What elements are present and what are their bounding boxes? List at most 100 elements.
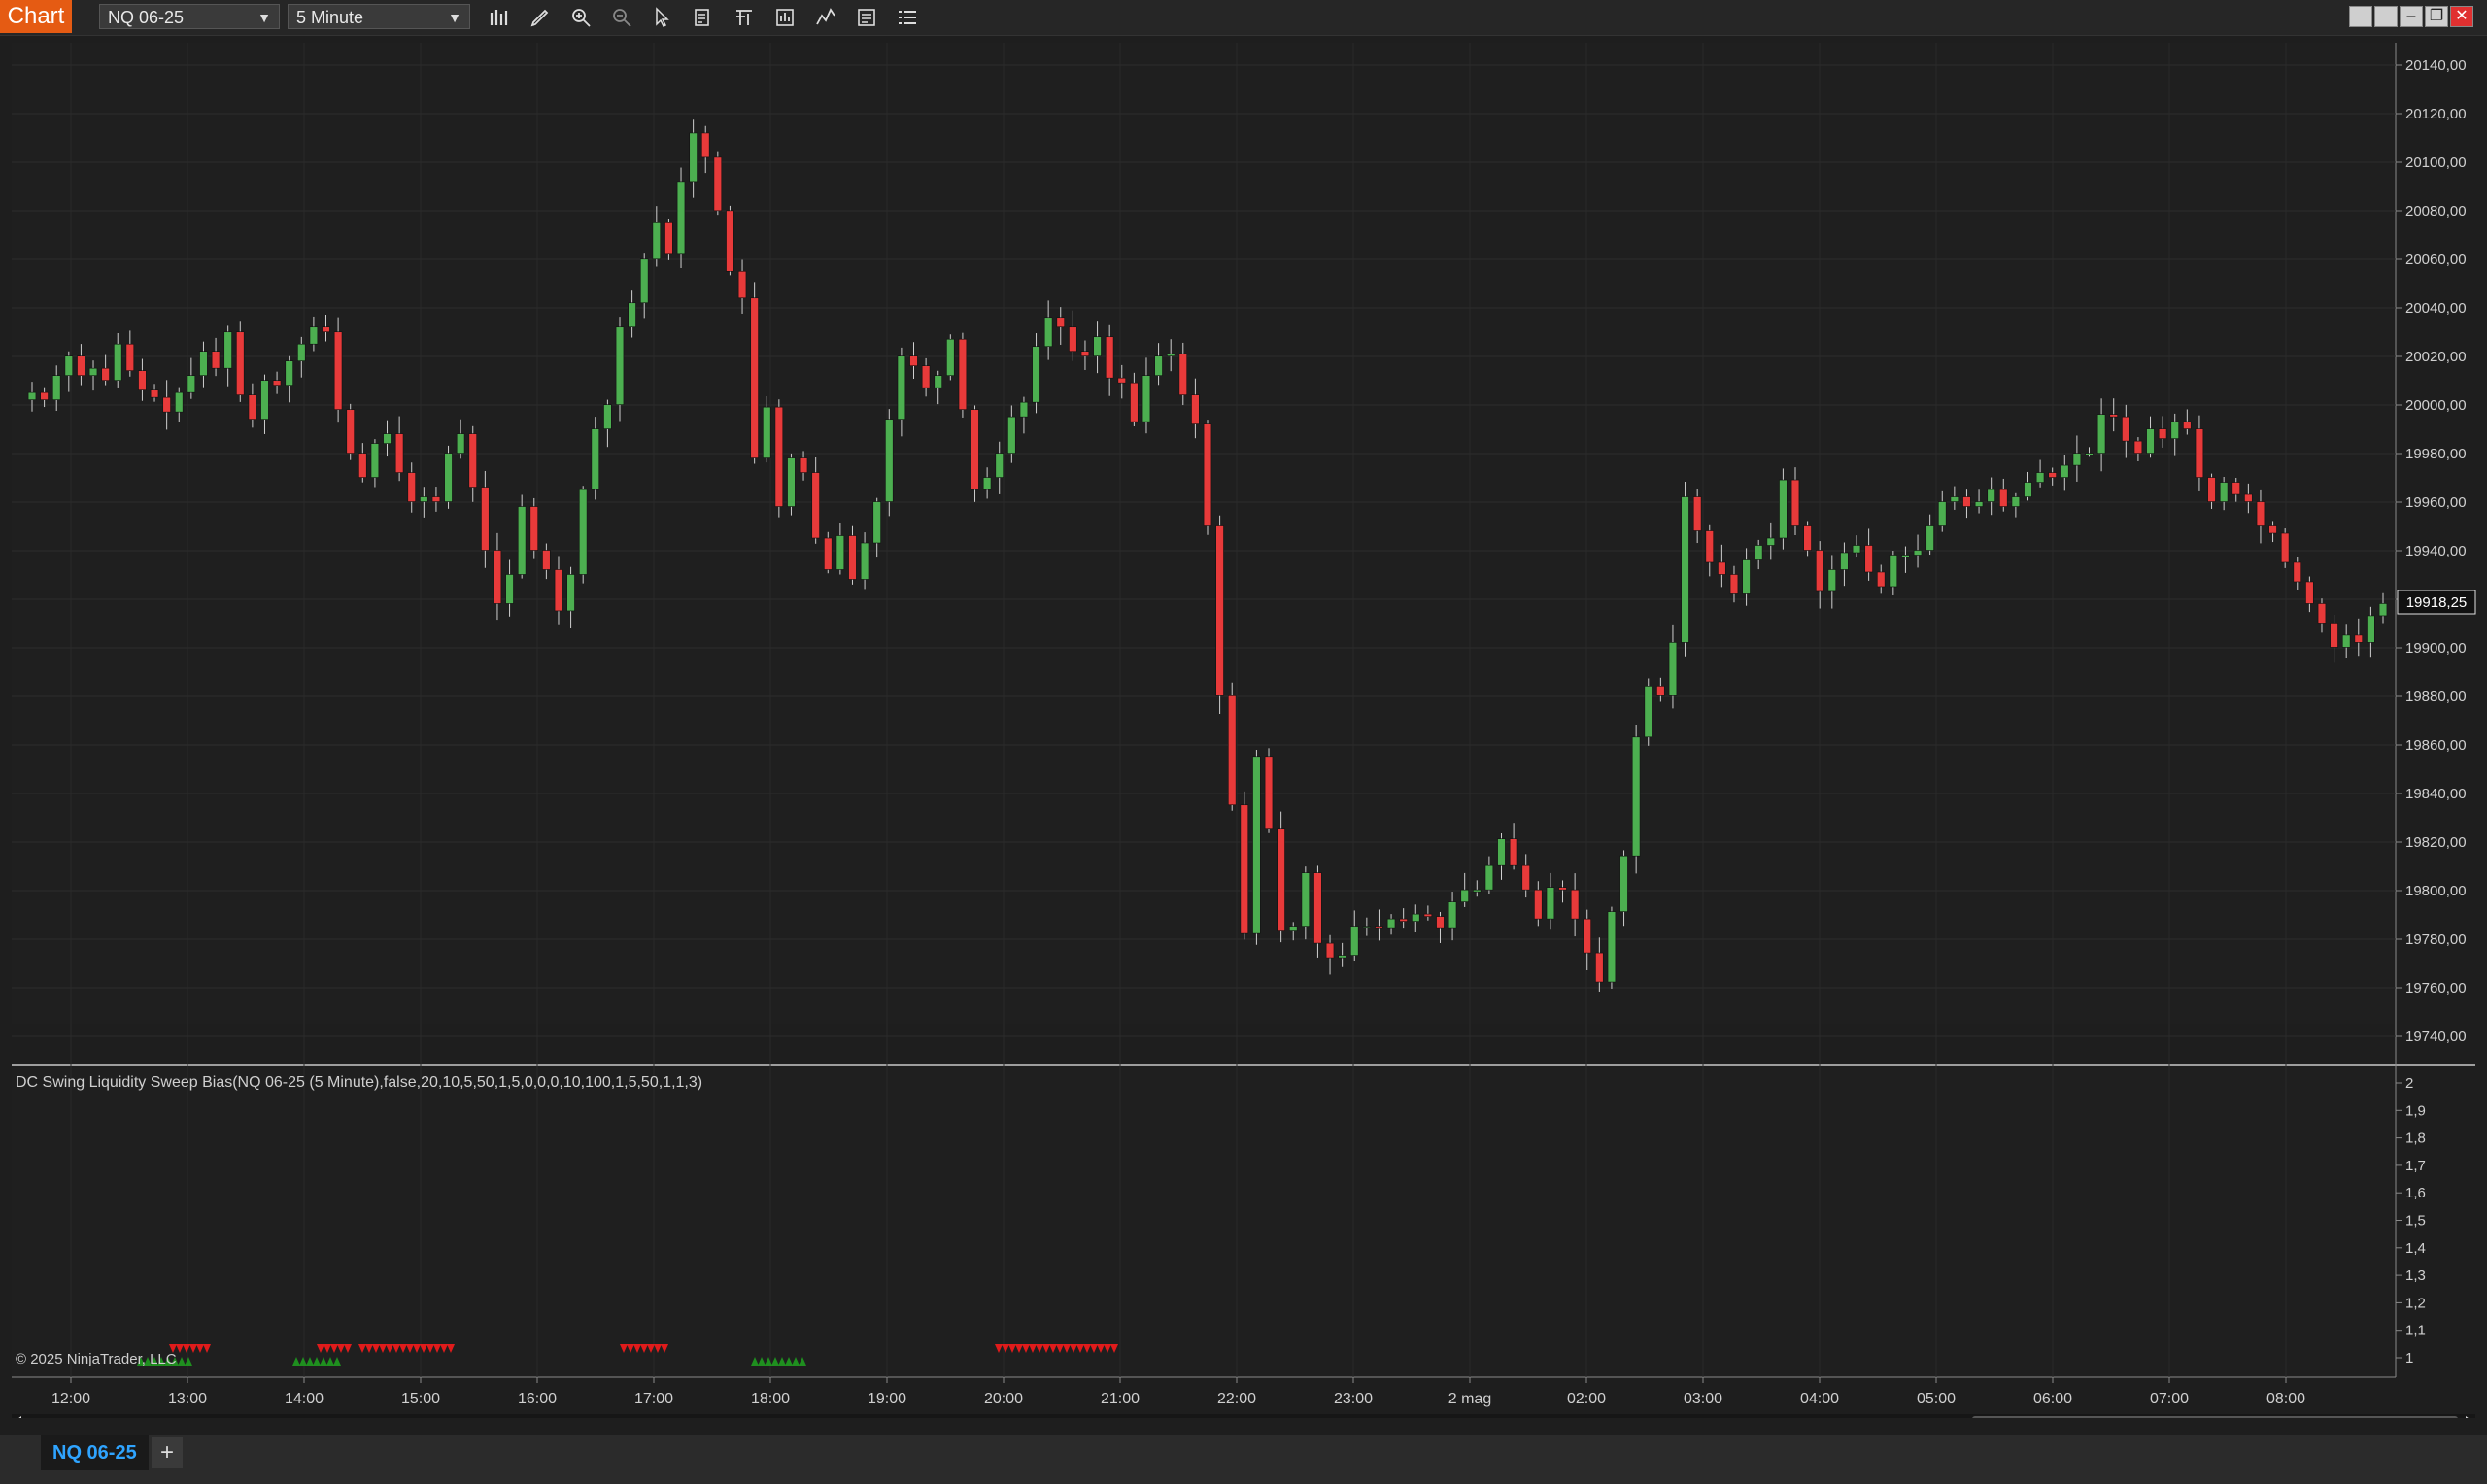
- add-tab-button[interactable]: +: [152, 1437, 183, 1468]
- strategies-icon[interactable]: [771, 4, 799, 31]
- chart-area[interactable]: 20140,00 20120,00 20100,00 20080,00 20060,00…: [0, 39, 2487, 1418]
- candle-down: [701, 132, 710, 158]
- candle-up: [615, 326, 625, 405]
- candle-down: [1729, 574, 1739, 594]
- candle-down: [921, 365, 931, 388]
- candle-up: [1448, 901, 1457, 929]
- bottom-tab-bar: [0, 1435, 2487, 1484]
- candle-down: [1558, 887, 1567, 891]
- candle-up: [1840, 552, 1849, 570]
- bar-chart-icon[interactable]: [486, 4, 513, 31]
- candle-down: [2280, 532, 2290, 563]
- candle-up: [2378, 603, 2388, 617]
- candle-up: [1141, 375, 1151, 422]
- candle-down: [248, 394, 257, 420]
- draw-pencil-icon[interactable]: [527, 4, 554, 31]
- data-box-icon[interactable]: [690, 4, 717, 31]
- minimize-icon[interactable]: –: [2400, 6, 2423, 27]
- time-tick-label: 23:00: [1334, 1391, 1373, 1407]
- price-tick-label: 19820,00: [2405, 834, 2467, 851]
- candle-up: [934, 375, 942, 388]
- price-tick-label: 19800,00: [2405, 883, 2467, 899]
- restore-icon[interactable]: ❐: [2425, 6, 2448, 27]
- price-tick-label: 20140,00: [2405, 57, 2467, 74]
- candle-up: [2096, 414, 2106, 454]
- candle-down: [1803, 525, 1812, 551]
- candle-up: [652, 222, 662, 260]
- candle-down: [481, 487, 490, 551]
- candle-down: [1375, 926, 1383, 929]
- candle-down: [2244, 493, 2253, 502]
- candle-up: [578, 489, 588, 575]
- candle-up: [689, 132, 698, 183]
- time-tick-label: 03:00: [1684, 1391, 1722, 1407]
- last-price-label: 19918,25: [2397, 590, 2476, 615]
- candle-down: [1228, 695, 1237, 806]
- time-tick-label: 12:00: [51, 1391, 90, 1407]
- candle-up: [566, 574, 575, 612]
- templates-icon[interactable]: [853, 4, 880, 31]
- candle-down: [554, 569, 563, 612]
- properties-icon[interactable]: [731, 4, 758, 31]
- scroll-thumb[interactable]: [1972, 1416, 2458, 1418]
- candle-up: [64, 355, 74, 376]
- candle-up: [640, 258, 649, 304]
- list-icon[interactable]: [894, 4, 921, 31]
- instrument-selector[interactable]: NQ 06-25 ▼: [99, 4, 280, 29]
- instrument-tab[interactable]: NQ 06-25: [41, 1435, 149, 1470]
- candle-down: [1240, 804, 1249, 934]
- time-tick-label: 22:00: [1217, 1391, 1256, 1407]
- price-tick-label: 19780,00: [2405, 931, 2467, 948]
- candle-up: [1497, 838, 1506, 866]
- candle-up: [787, 457, 796, 507]
- candle-up: [603, 404, 612, 429]
- candle-up: [885, 419, 894, 502]
- candle-down: [236, 331, 245, 395]
- candle-up: [1019, 401, 1029, 418]
- candle-up: [1032, 346, 1040, 403]
- candle-down: [1277, 828, 1285, 931]
- candle-down: [1399, 918, 1408, 922]
- candle-up: [628, 302, 636, 328]
- candle-up: [175, 391, 184, 413]
- copyright-text: © 2025 NinjaTrader, LLC: [16, 1351, 177, 1367]
- candle-up: [1889, 555, 1898, 588]
- indicators-icon[interactable]: [812, 4, 839, 31]
- candle-up: [1619, 855, 1628, 912]
- zoom-out-icon[interactable]: [608, 4, 635, 31]
- candle-down: [774, 406, 784, 507]
- price-tick-label: 20060,00: [2405, 252, 2467, 268]
- tile-icon[interactable]: [2349, 6, 2372, 27]
- candle-down: [848, 535, 857, 580]
- candle-up: [297, 343, 306, 361]
- candle-down: [1215, 525, 1224, 696]
- candle-up: [1827, 569, 1837, 592]
- candle-up: [1852, 545, 1861, 554]
- interval-selector[interactable]: 5 Minute ▼: [288, 4, 470, 29]
- indicator-tick-label: 1,6: [2405, 1185, 2426, 1201]
- candle-down: [272, 380, 282, 386]
- pointer-icon[interactable]: [649, 4, 676, 31]
- candle-down: [2293, 561, 2301, 583]
- candle-up: [517, 506, 527, 575]
- candle-up: [1925, 525, 1934, 551]
- zoom-in-icon[interactable]: [567, 4, 595, 31]
- close-icon[interactable]: ✕: [2450, 6, 2473, 27]
- candle-down: [394, 433, 404, 473]
- candle-up: [1668, 642, 1678, 696]
- candle-up: [982, 477, 992, 490]
- candle-down: [407, 472, 416, 502]
- candle-down: [40, 391, 49, 400]
- candle-down: [726, 210, 734, 272]
- candle-down: [1999, 489, 2008, 507]
- tile-icon-2[interactable]: [2374, 6, 2398, 27]
- candle-down: [1718, 561, 1726, 575]
- candle-up: [2170, 421, 2179, 439]
- candle-down: [493, 550, 502, 604]
- chevron-down-icon: ▼: [257, 10, 271, 25]
- indicator-tick-label: 1: [2405, 1350, 2413, 1366]
- chart-tab[interactable]: Chart: [0, 0, 72, 33]
- candle-down: [1509, 838, 1518, 866]
- candle-up: [1950, 496, 1959, 502]
- candle-down: [2305, 581, 2314, 604]
